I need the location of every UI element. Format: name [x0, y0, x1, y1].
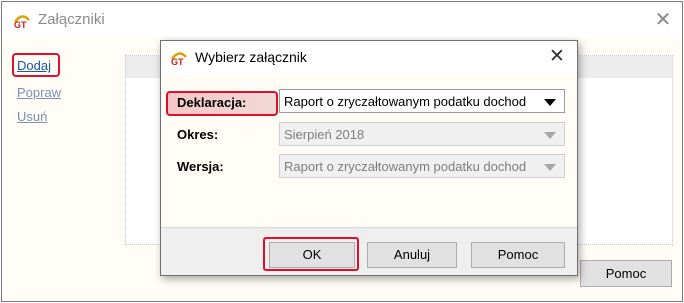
dialog-title: Wybierz załącznik — [195, 49, 307, 65]
svg-text:GT: GT — [14, 20, 27, 30]
chevron-down-icon — [544, 164, 556, 171]
ok-button[interactable]: OK — [269, 242, 355, 268]
add-link[interactable]: Dodaj — [17, 58, 51, 73]
chevron-down-icon — [544, 132, 556, 139]
window-title: Załączniki — [38, 11, 105, 28]
help-button[interactable]: Pomoc — [580, 260, 672, 287]
gt-logo-icon: GT — [169, 47, 189, 70]
choose-attachment-dialog: GT Wybierz załącznik ✕ Deklaracja: Rapor… — [160, 40, 578, 276]
edit-link[interactable]: Popraw — [17, 85, 61, 100]
close-icon[interactable]: ✕ — [650, 7, 676, 33]
period-label: Okres: — [177, 127, 219, 142]
close-icon[interactable]: ✕ — [543, 44, 571, 70]
cancel-button[interactable]: Anuluj — [367, 242, 457, 268]
declaration-select[interactable]: Raport o zryczałtowanym podatku dochod — [279, 89, 565, 113]
chevron-down-icon[interactable] — [544, 99, 556, 106]
help-button[interactable]: Pomoc — [471, 242, 565, 268]
version-label: Wersja: — [177, 159, 224, 174]
svg-text:GT: GT — [171, 57, 184, 67]
declaration-label: Deklaracja: — [177, 95, 247, 110]
version-value: Raport o zryczałtowanym podatku dochod — [284, 159, 527, 174]
declaration-value: Raport o zryczałtowanym podatku dochod — [284, 94, 527, 109]
period-value: Sierpień 2018 — [284, 127, 365, 142]
gt-logo-icon: GT — [12, 10, 32, 33]
version-select: Raport o zryczałtowanym podatku dochod — [279, 154, 565, 178]
period-select: Sierpień 2018 — [279, 122, 565, 146]
dialog-titlebar: GT Wybierz załącznik ✕ — [161, 41, 577, 73]
window-titlebar: GT Załączniki ✕ — [2, 2, 682, 38]
remove-link[interactable]: Usuń — [17, 109, 47, 124]
